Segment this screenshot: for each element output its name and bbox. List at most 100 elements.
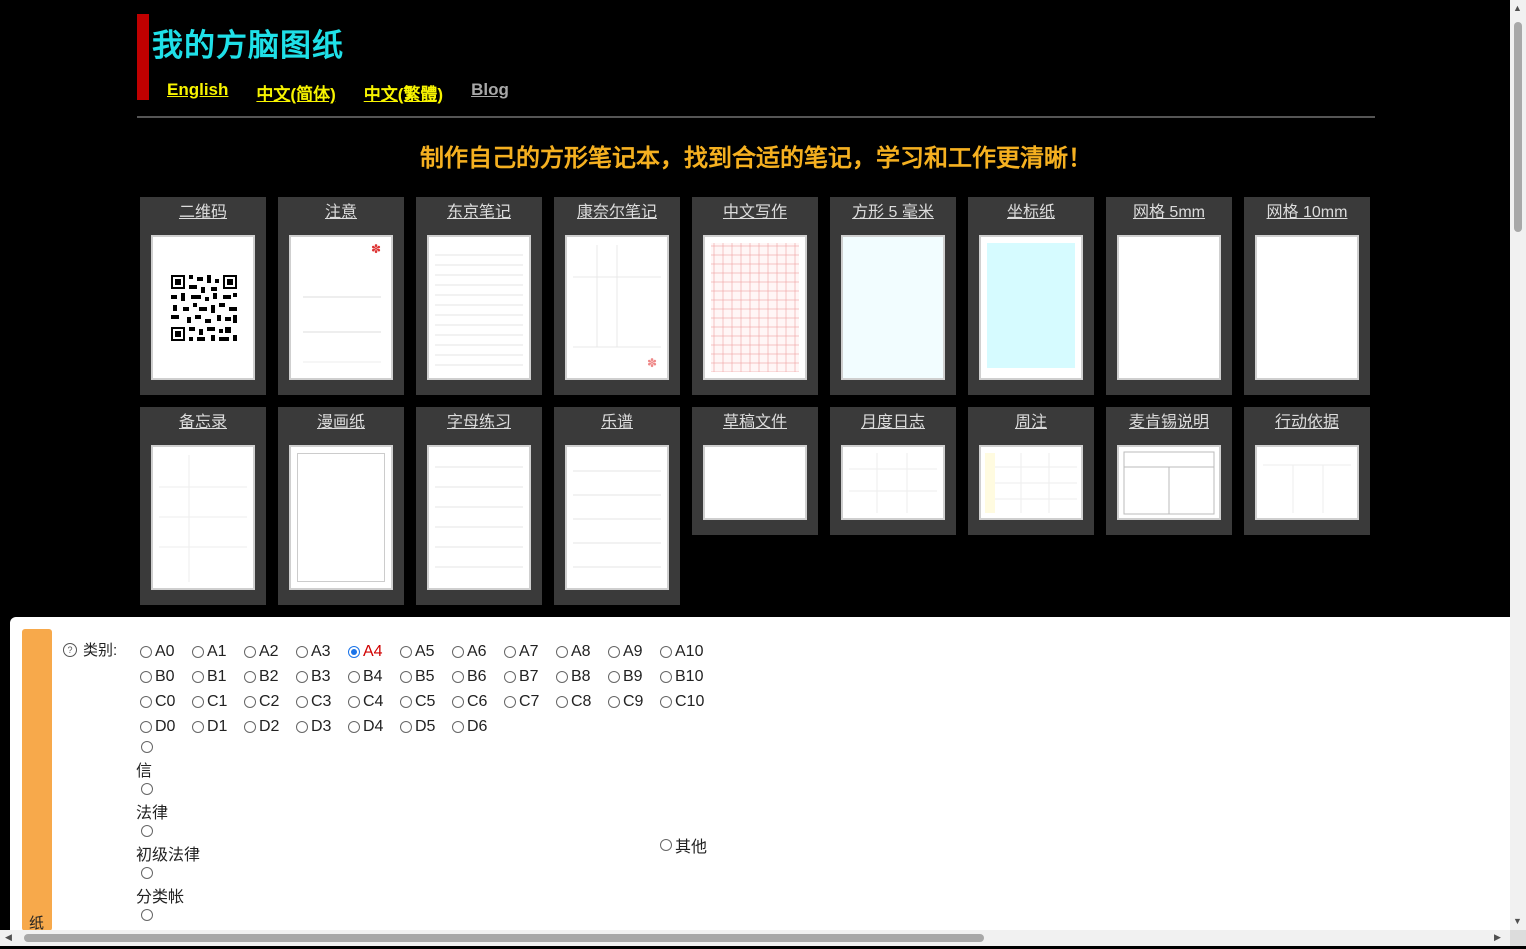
template-card-sheet-music[interactable]: 乐谱 <box>554 407 680 605</box>
radio-button[interactable] <box>452 670 464 683</box>
lang-english-link[interactable]: English <box>167 80 228 105</box>
radio-button[interactable] <box>141 783 153 795</box>
radio-button[interactable] <box>140 670 152 683</box>
template-title[interactable]: 草稿文件 <box>692 413 818 435</box>
radio-button[interactable] <box>141 909 153 921</box>
mckinsey-notes-thumbnail[interactable] <box>1117 445 1221 520</box>
size-option-a7[interactable]: A7 <box>504 643 556 661</box>
help-icon[interactable]: ? <box>63 642 77 657</box>
template-card-cornell-notes[interactable]: 康奈尔笔记 ✽ <box>554 197 680 395</box>
template-title[interactable]: 网格 5mm <box>1106 203 1232 225</box>
radio-button[interactable] <box>556 645 568 658</box>
radio-button[interactable] <box>192 720 204 733</box>
qrcode-thumbnail[interactable] <box>151 235 255 380</box>
radio-button[interactable] <box>244 695 256 708</box>
template-card-qrcode[interactable]: 二维码 <box>140 197 266 395</box>
radio-button[interactable] <box>504 645 516 658</box>
radio-button[interactable] <box>348 720 360 733</box>
radio-button[interactable] <box>192 645 204 658</box>
radio-button[interactable] <box>296 695 308 708</box>
radio-button[interactable] <box>140 720 152 733</box>
template-title[interactable]: 方形 5 毫米 <box>830 203 956 225</box>
template-card-grid-10mm[interactable]: 网格 10mm <box>1244 197 1370 395</box>
letter-practice-thumbnail[interactable] <box>427 445 531 590</box>
radio-button[interactable] <box>556 695 568 708</box>
blog-link[interactable]: Blog <box>471 80 509 105</box>
radio-button[interactable] <box>244 645 256 658</box>
radio-button[interactable] <box>192 695 204 708</box>
template-title[interactable]: 周注 <box>968 413 1094 435</box>
radio-button[interactable] <box>452 720 464 733</box>
size-option-c6[interactable]: C6 <box>452 693 504 711</box>
template-card-action-basis[interactable]: 行动依据 <box>1244 407 1370 535</box>
radio-button[interactable] <box>296 645 308 658</box>
template-card-notice[interactable]: 注意 ✽ <box>278 197 404 395</box>
template-title[interactable]: 康奈尔笔记 <box>554 203 680 225</box>
radio-button[interactable] <box>608 695 620 708</box>
site-title[interactable]: 我的方脑图纸 <box>152 20 344 65</box>
template-card-graph-paper[interactable]: 坐标纸 <box>968 197 1094 395</box>
radio-button[interactable] <box>400 695 412 708</box>
size-option-a0[interactable]: A0 <box>140 643 192 661</box>
chinese-writing-thumbnail[interactable] <box>703 235 807 380</box>
size-option-b7[interactable]: B7 <box>504 668 556 686</box>
size-option-d1[interactable]: D1 <box>192 718 244 736</box>
template-card-square-5mm[interactable]: 方形 5 毫米 <box>830 197 956 395</box>
size-option-other[interactable]: 其他 <box>660 833 707 857</box>
size-option-c8[interactable]: C8 <box>556 693 608 711</box>
tokyo-notes-thumbnail[interactable] <box>427 235 531 380</box>
action-basis-thumbnail[interactable] <box>1255 445 1359 520</box>
template-title[interactable]: 麦肯锡说明 <box>1106 413 1232 435</box>
radio-button-selected[interactable] <box>348 645 360 658</box>
template-title[interactable]: 漫画纸 <box>278 413 404 435</box>
size-option-b9[interactable]: B9 <box>608 668 660 686</box>
lang-zh-traditional-link[interactable]: 中文(繁體) <box>364 80 443 105</box>
radio-button[interactable] <box>141 867 153 879</box>
radio-button[interactable] <box>660 839 672 851</box>
radio-button[interactable] <box>608 670 620 683</box>
radio-button[interactable] <box>452 645 464 658</box>
lang-zh-simplified-link[interactable]: 中文(简体) <box>256 80 335 105</box>
size-option-a8[interactable]: A8 <box>556 643 608 661</box>
radio-button[interactable] <box>608 645 620 658</box>
template-card-memo[interactable]: 备忘录 <box>140 407 266 605</box>
radio-button[interactable] <box>452 695 464 708</box>
template-title[interactable]: 注意 <box>278 203 404 225</box>
template-title[interactable]: 行动依据 <box>1244 413 1370 435</box>
radio-button[interactable] <box>140 695 152 708</box>
weekly-notes-thumbnail[interactable] <box>979 445 1083 520</box>
size-option-c9[interactable]: C9 <box>608 693 660 711</box>
template-title[interactable]: 中文写作 <box>692 203 818 225</box>
radio-button[interactable] <box>504 670 516 683</box>
template-title[interactable]: 坐标纸 <box>968 203 1094 225</box>
grid-10mm-thumbnail[interactable] <box>1255 235 1359 380</box>
size-option-d6[interactable]: D6 <box>452 718 504 736</box>
template-title[interactable]: 月度日志 <box>830 413 956 435</box>
size-option-a9[interactable]: A9 <box>608 643 660 661</box>
square-5mm-thumbnail[interactable] <box>841 235 945 380</box>
template-card-comic-paper[interactable]: 漫画纸 <box>278 407 404 605</box>
size-option-a10[interactable]: A10 <box>660 643 712 661</box>
radio-button[interactable] <box>400 645 412 658</box>
size-option-a6[interactable]: A6 <box>452 643 504 661</box>
comic-paper-thumbnail[interactable] <box>289 445 393 590</box>
size-option-a4[interactable]: A4 <box>348 643 400 661</box>
radio-button[interactable] <box>348 670 360 683</box>
radio-button[interactable] <box>504 695 516 708</box>
memo-thumbnail[interactable] <box>151 445 255 590</box>
scroll-left-arrow-icon[interactable]: ◀ <box>5 932 12 943</box>
graph-paper-thumbnail[interactable] <box>979 235 1083 380</box>
size-option-b10[interactable]: B10 <box>660 668 712 686</box>
draft-thumbnail[interactable] <box>703 445 807 520</box>
template-card-tokyo-notes[interactable]: 东京笔记 <box>416 197 542 395</box>
size-option-d4[interactable]: D4 <box>348 718 400 736</box>
template-title[interactable]: 二维码 <box>140 203 266 225</box>
template-card-letter-practice[interactable]: 字母练习 <box>416 407 542 605</box>
horizontal-scroll-thumb[interactable] <box>24 934 984 942</box>
size-option-b8[interactable]: B8 <box>556 668 608 686</box>
size-option-a5[interactable]: A5 <box>400 643 452 661</box>
radio-button[interactable] <box>348 695 360 708</box>
size-option-c4[interactable]: C4 <box>348 693 400 711</box>
template-card-draft[interactable]: 草稿文件 <box>692 407 818 535</box>
size-option-b1[interactable]: B1 <box>192 668 244 686</box>
